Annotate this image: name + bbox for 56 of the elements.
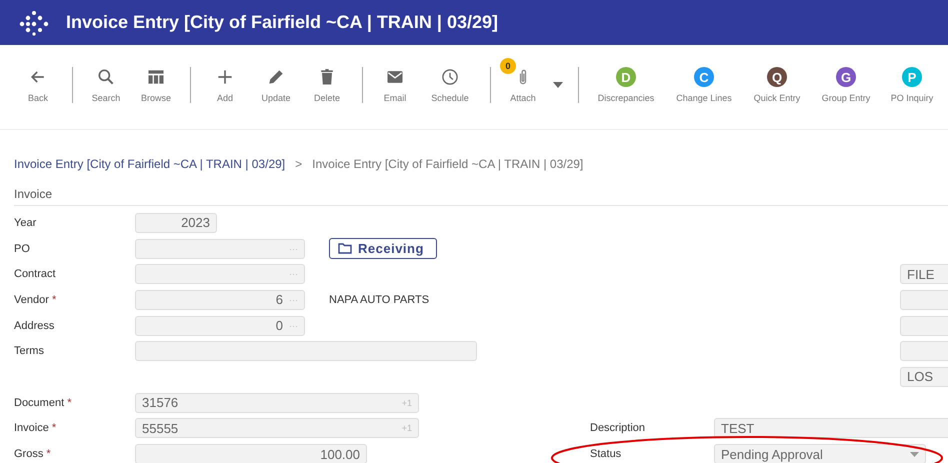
input-field[interactable] [900, 341, 948, 362]
input-field[interactable] [135, 341, 477, 362]
toolbar-button[interactable]: Schedule [420, 55, 480, 129]
window-title: Invoice Entry [City of Fairfield ~CA | TRAIN | 03/29] [66, 12, 498, 33]
field-label: Status [590, 448, 622, 460]
field-label: Invoice * [14, 422, 58, 434]
toolbar-button[interactable]: G Group Entry [812, 55, 880, 129]
breadcrumb-link[interactable]: Invoice Entry [City of Fairfield ~CA | TRAIN | 03/29] [14, 157, 286, 171]
input-field[interactable]: 0 ··· [135, 316, 305, 336]
status-dropdown[interactable]: Pending Approval [714, 444, 926, 463]
toolbar-button[interactable]: Email [370, 55, 420, 129]
field-label: Description [590, 422, 646, 434]
input-field[interactable]: 2023 [135, 212, 217, 233]
letter-icon: D [616, 67, 636, 87]
letter-icon: C [694, 67, 714, 87]
input-field[interactable]: FILE [900, 264, 948, 284]
field-label: Address [14, 320, 56, 332]
receiving-button[interactable]: Receiving [329, 238, 437, 260]
toolbar-button[interactable]: Q Quick Entry [742, 55, 812, 129]
toolbar-button[interactable]: Search [82, 55, 130, 129]
field-label: Document * [14, 396, 72, 409]
clock-icon [440, 67, 460, 87]
folder-icon [338, 243, 352, 254]
toolbar-button[interactable]: Browse [130, 55, 182, 129]
toolbar-button[interactable]: Delete [300, 55, 354, 129]
breadcrumb-separator: > [295, 157, 302, 171]
field-label: Vendor * [14, 294, 58, 306]
field-label: Contract [14, 268, 57, 280]
toolbar-button[interactable]: C Change Lines [666, 55, 742, 129]
caret-icon [910, 452, 919, 457]
toolbar-button[interactable]: D Discrepancies [586, 55, 666, 129]
input-field[interactable] [900, 316, 948, 336]
search-icon [96, 67, 116, 87]
letter-icon: P [902, 67, 922, 87]
toolbar-button[interactable]: Add [198, 55, 252, 129]
vendor-name: NAPA AUTO PARTS [329, 294, 430, 306]
count-badge: 0 [500, 58, 516, 74]
breadcrumb-current: Invoice Entry [City of Fairfield ~CA | TRAIN | 03/29] [312, 157, 584, 171]
dropdown-caret-icon[interactable] [553, 82, 563, 88]
logo-icon [18, 10, 50, 36]
input-field[interactable]: LOS [900, 366, 948, 387]
toolbar-button[interactable]: Update [252, 55, 300, 129]
input-field[interactable]: 100.00 [135, 444, 367, 463]
toolbar-button[interactable]: P PO Inquiry [880, 55, 944, 129]
field-label: PO [14, 242, 31, 255]
field-label: Year [14, 216, 38, 229]
input-field[interactable] [900, 290, 948, 310]
field-label: Gross * [14, 448, 52, 460]
toolbar-button[interactable]: Attach 0 [500, 55, 546, 129]
letter-icon: Q [767, 67, 787, 87]
section-title: Invoice [14, 187, 52, 201]
field-label: Terms [14, 345, 45, 358]
input-field[interactable]: TEST [714, 418, 948, 438]
input-field[interactable]: 6 ··· [135, 290, 305, 310]
letter-icon: G [836, 67, 856, 87]
toolbar-button[interactable]: Back [14, 55, 62, 129]
